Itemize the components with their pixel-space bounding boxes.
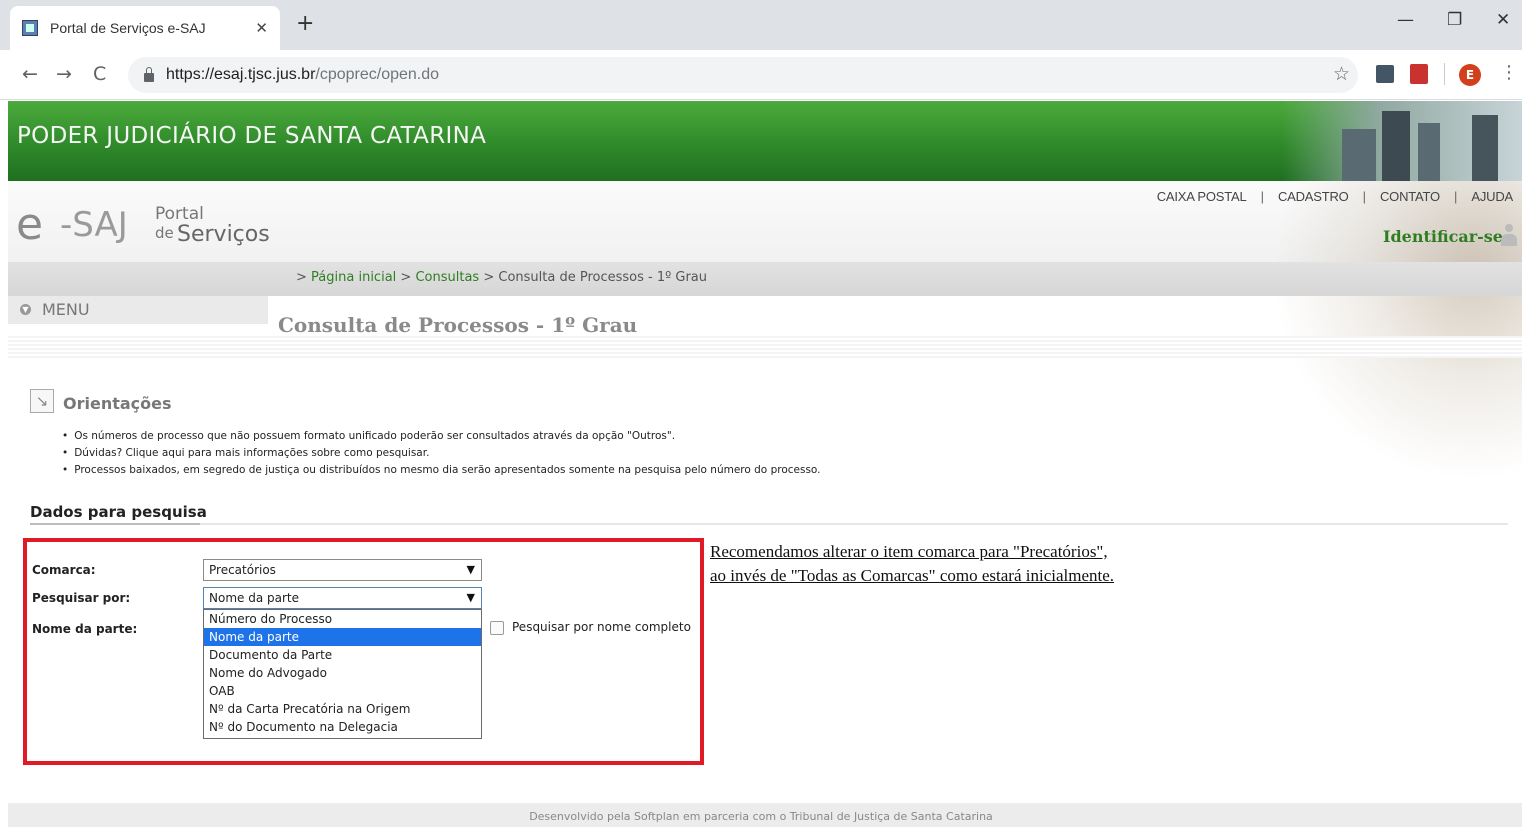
menu-label[interactable]: MENU (42, 300, 90, 319)
tab-title: Portal de Serviços e-SAJ (50, 20, 206, 36)
list-item: Processos baixados, em segredo de justiç… (62, 462, 820, 479)
dropdown-option[interactable]: Nº da Carta Precatória na Origem (204, 700, 481, 718)
footer-text: Desenvolvido pela Softplan em parceria c… (529, 810, 993, 823)
back-arrow-icon[interactable]: ← (22, 63, 38, 85)
url-host: https://esaj.tjsc.jus.br (166, 66, 316, 83)
page-title: Consulta de Processos - 1º Grau (278, 313, 638, 337)
esaj-logo-saj: -SAJ (60, 205, 128, 245)
breadcrumb-current: Consulta de Processos - 1º Grau (498, 270, 708, 285)
skyline-image (1282, 101, 1522, 181)
breadcrumb-consultas[interactable]: Consultas (415, 270, 479, 285)
esaj-logo-e: e (16, 199, 44, 250)
new-tab-icon[interactable]: + (296, 12, 314, 36)
orientations-title[interactable]: Orientações (63, 394, 172, 413)
restore-window-icon[interactable]: ❐ (1447, 10, 1462, 30)
expand-orientations-icon[interactable]: ↘ (30, 389, 54, 413)
dropdown-arrow-icon: ▼ (466, 563, 475, 576)
toolbar-separator (1444, 63, 1445, 85)
page-root: Portal de Serviços e-SAJ ✕ + — ❐ ✕ ← → C… (0, 0, 1522, 827)
note-line-1: Recomendamos alterar o item comarca para… (710, 542, 1108, 561)
link-ajuda[interactable]: AJUDA (1471, 189, 1513, 204)
nome-completo-label[interactable]: Pesquisar por nome completo (512, 620, 691, 634)
dropdown-option[interactable]: Nº do Documento na Delegacia (204, 718, 481, 736)
section-divider (30, 523, 1508, 525)
pesquisar-dropdown-list: Número do Processo Nome da parte Documen… (203, 609, 482, 739)
dropdown-option[interactable]: OAB (204, 682, 481, 700)
pesquisar-select[interactable]: Nome da parte ▼ (203, 587, 482, 609)
chevron-down-icon[interactable]: ▼ (20, 304, 31, 315)
minimize-window-icon[interactable]: — (1397, 10, 1414, 30)
reload-icon[interactable]: C (93, 63, 106, 85)
browser-tabstrip: Portal de Serviços e-SAJ ✕ + — ❐ ✕ (0, 0, 1522, 50)
address-bar[interactable]: https://esaj.tjsc.jus.br/cpoprec/open.do (128, 57, 1358, 93)
top-links: CAIXA POSTAL | CADASTRO | CONTATO | AJUDA (1156, 189, 1513, 204)
dropdown-option-selected[interactable]: Nome da parte (204, 628, 481, 646)
orientations-list: Os números de processo que não possuem f… (62, 428, 821, 479)
bookmark-star-icon[interactable]: ☆ (1333, 63, 1350, 85)
breadcrumb-separator: > (400, 270, 412, 285)
pesquisar-value: Nome da parte (209, 591, 299, 605)
section-title: Dados para pesquisa (30, 503, 207, 521)
logo-de-text: de (155, 224, 174, 242)
dropdown-option[interactable]: Número do Processo (204, 610, 481, 628)
link-contato[interactable]: CONTATO (1380, 189, 1440, 204)
note-line-2: ao invés de "Todas as Comarcas" como est… (710, 566, 1115, 585)
list-item: Os números de processo que não possuem f… (62, 428, 821, 445)
pdf-extension-icon[interactable] (1410, 64, 1428, 84)
browser-toolbar: ← → C https://esaj.tjsc.jus.br/cpoprec/o… (0, 50, 1522, 100)
list-item-help-link[interactable]: Dúvidas? Clique aqui para mais informaçõ… (62, 445, 821, 462)
logo-portal-text: Portal (155, 204, 204, 224)
link-cadastro[interactable]: CADASTRO (1278, 189, 1349, 204)
comarca-value: Precatórios (209, 563, 276, 577)
dropdown-option[interactable]: Documento da Parte (204, 646, 481, 664)
dropdown-option[interactable]: Nome do Advogado (204, 664, 481, 682)
recommendation-note: Recomendamos alterar o item comarca para… (710, 540, 1114, 588)
breadcrumb: > Página inicial > Consultas > Consulta … (296, 270, 707, 285)
comarca-select[interactable]: Precatórios ▼ (203, 559, 482, 581)
logo-servicos-text: Serviços (177, 222, 270, 247)
forward-arrow-icon[interactable]: → (56, 63, 72, 85)
site-banner: PODER JUDICIÁRIO DE SANTA CATARINA (8, 101, 1522, 181)
pesquisar-label: Pesquisar por: (32, 591, 131, 605)
dropdown-arrow-icon: ▼ (466, 591, 475, 604)
user-icon[interactable] (1500, 224, 1518, 248)
kebab-menu-icon[interactable]: ⋮ (1500, 62, 1518, 83)
identify-link[interactable]: Identificar-se (1383, 227, 1503, 246)
gavel-background-image (1272, 181, 1522, 481)
profile-avatar[interactable]: E (1459, 64, 1481, 86)
browser-tab[interactable]: Portal de Serviços e-SAJ ✕ (10, 6, 280, 50)
link-caixa-postal[interactable]: CAIXA POSTAL (1157, 189, 1247, 204)
breadcrumb-bar (8, 262, 1522, 296)
banner-title: PODER JUDICIÁRIO DE SANTA CATARINA (17, 123, 487, 149)
breadcrumb-separator: > (483, 270, 495, 285)
nome-parte-label: Nome da parte: (32, 622, 138, 636)
lock-icon (144, 66, 154, 82)
breadcrumb-separator: > (296, 270, 307, 285)
decorative-stripes (8, 336, 1522, 358)
close-tab-icon[interactable]: ✕ (255, 19, 268, 37)
breadcrumb-home[interactable]: Página inicial (311, 270, 396, 285)
nome-completo-checkbox[interactable] (490, 621, 504, 635)
site-favicon-icon (22, 20, 38, 36)
close-window-icon[interactable]: ✕ (1496, 10, 1510, 30)
comarca-label: Comarca: (32, 563, 96, 577)
extension-icon[interactable] (1376, 65, 1394, 83)
url-path: /cpoprec/open.do (315, 66, 440, 83)
